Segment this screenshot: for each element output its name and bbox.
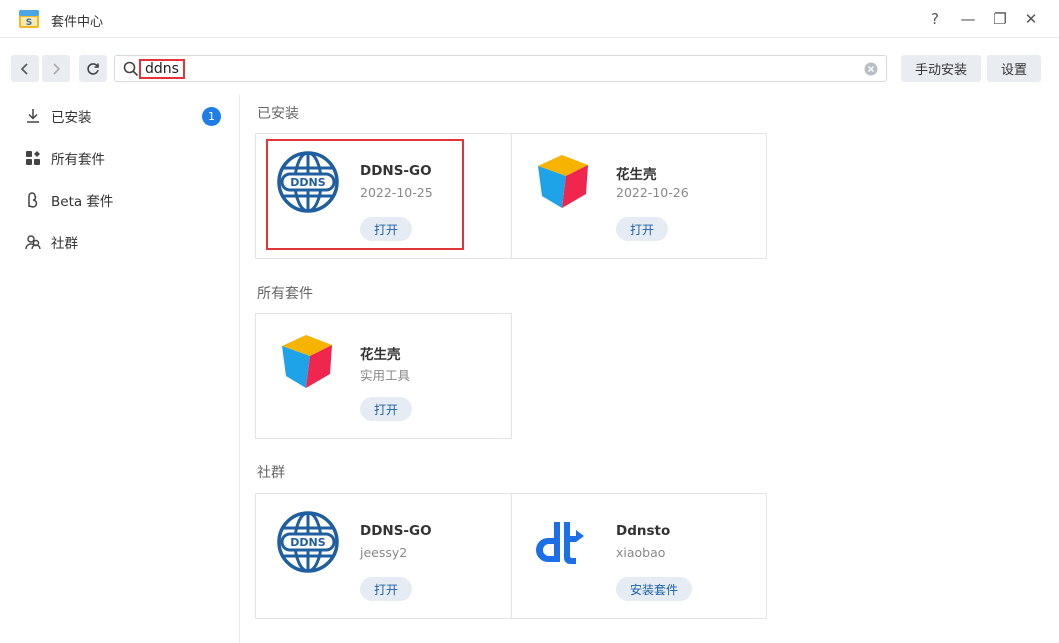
installed-count-badge: 1 — [202, 107, 221, 126]
sidebar-item-community[interactable]: 社群 — [24, 230, 224, 254]
installed-packages-row: DDNS DDNS-GO 2022-10-25 打开 花生壳 2022-10-2… — [255, 133, 767, 259]
sidebar-item-beta[interactable]: Beta 套件 — [24, 188, 224, 212]
section-title-installed: 已安装 — [257, 106, 299, 122]
package-card-ddns-go-community[interactable]: DDNS DDNS-GO jeessy2 打开 — [256, 494, 511, 618]
package-card-huashengke[interactable]: 花生壳 2022-10-26 打开 — [512, 134, 767, 258]
package-category: 实用工具 — [360, 368, 411, 383]
refresh-icon — [87, 62, 99, 75]
toolbar: ddns 手动安装 设置 — [0, 39, 1059, 95]
install-button[interactable]: 安装套件 — [616, 577, 693, 601]
package-name: Ddnsto — [616, 523, 671, 539]
settings-button[interactable]: 设置 — [987, 55, 1041, 82]
community-icon — [24, 233, 42, 251]
back-button[interactable] — [11, 55, 39, 82]
cube-icon — [538, 155, 588, 208]
help-button[interactable]: ? — [925, 9, 945, 29]
community-packages-row: DDNS DDNS-GO jeessy2 打开 Ddnsto xiaobao 安… — [255, 493, 767, 619]
sidebar-item-label: 所有套件 — [51, 152, 105, 168]
package-name: DDNS-GO — [360, 523, 432, 539]
ddns-globe-icon: DDNS — [277, 511, 339, 573]
package-author: xiaobao — [616, 545, 666, 560]
minimize-icon: — — [960, 10, 976, 28]
section-title-all-packages: 所有套件 — [257, 286, 313, 302]
grid-icon — [24, 149, 42, 167]
sidebar-item-label: 已安装 — [51, 110, 92, 126]
dt-logo-icon — [536, 522, 584, 564]
package-name: 花生壳 — [616, 167, 657, 183]
package-name: 花生壳 — [360, 347, 401, 363]
search-icon — [123, 61, 139, 77]
beta-icon — [24, 191, 42, 209]
svg-text:S: S — [26, 18, 32, 28]
package-author: jeessy2 — [360, 545, 408, 560]
window-title: 套件中心 — [51, 15, 104, 30]
close-button[interactable]: ✕ — [1021, 9, 1041, 29]
forward-button[interactable] — [42, 55, 70, 82]
svg-text:DDNS: DDNS — [290, 536, 325, 549]
close-icon: ✕ — [1024, 10, 1038, 28]
chevron-left-icon — [20, 62, 28, 75]
package-date: 2022-10-26 — [616, 185, 689, 200]
manual-install-button[interactable]: 手动安装 — [901, 55, 981, 82]
maximize-icon: ❐ — [993, 10, 1007, 28]
sidebar: 已安装 1 所有套件 Beta 套件 社群 — [0, 95, 240, 643]
minimize-button[interactable]: — — [958, 9, 978, 29]
open-button[interactable]: 打开 — [360, 397, 413, 421]
cube-icon — [282, 335, 332, 388]
package-card-ddnsto[interactable]: Ddnsto xiaobao 安装套件 — [512, 494, 767, 618]
sidebar-item-label: Beta 套件 — [51, 194, 114, 210]
package-card-ddns-go[interactable]: DDNS DDNS-GO 2022-10-25 打开 — [256, 134, 511, 258]
search-input[interactable]: ddns — [114, 55, 887, 82]
package-center-window: S 套件中心 ? — ❐ ✕ ddns 手动安装 设置 已安装 1 所有套件 B… — [0, 0, 1059, 643]
open-button[interactable]: 打开 — [360, 577, 413, 601]
title-bar: S 套件中心 ? — ❐ ✕ — [0, 0, 1059, 38]
help-icon: ? — [931, 10, 939, 28]
sidebar-item-all-packages[interactable]: 所有套件 — [24, 146, 224, 170]
section-title-community: 社群 — [257, 465, 285, 481]
sidebar-item-label: 社群 — [51, 236, 78, 252]
clear-search-icon[interactable] — [864, 62, 878, 76]
package-center-app-icon: S — [19, 10, 39, 28]
package-card-huashengke-all[interactable]: 花生壳 实用工具 打开 — [255, 313, 512, 439]
chevron-right-icon — [53, 62, 61, 75]
sidebar-item-installed[interactable]: 已安装 1 — [24, 104, 224, 128]
maximize-button[interactable]: ❐ — [990, 9, 1010, 29]
search-value: ddns — [139, 59, 185, 79]
refresh-button[interactable] — [79, 55, 107, 82]
download-icon — [24, 107, 42, 125]
highlight-box — [266, 139, 464, 250]
open-button[interactable]: 打开 — [616, 217, 669, 241]
